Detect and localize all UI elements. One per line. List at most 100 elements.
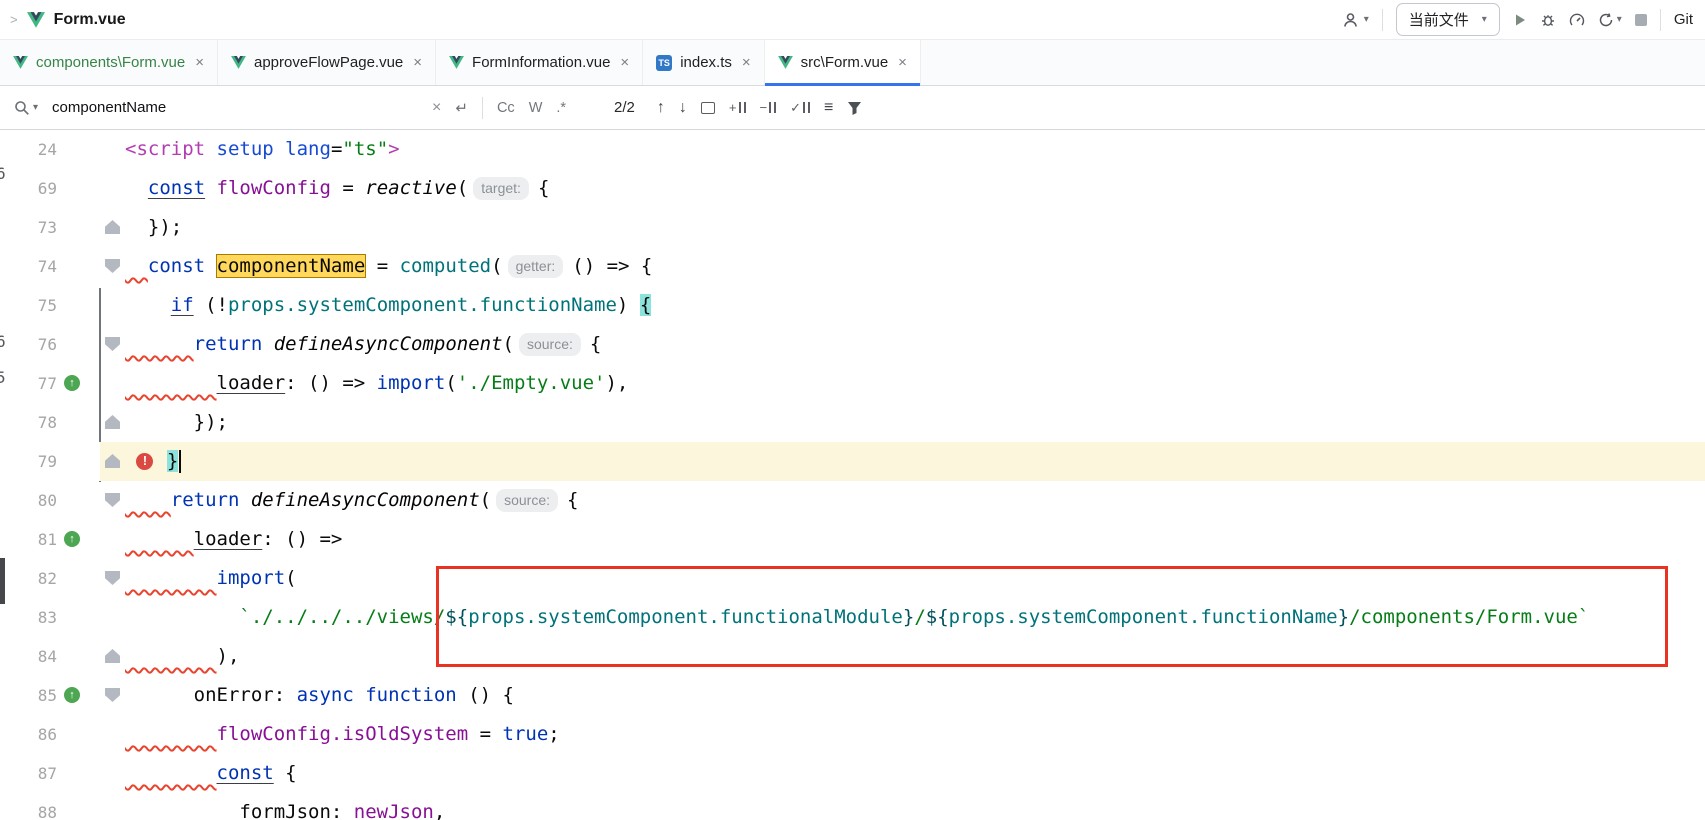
run-config-selector[interactable]: 当前文件 ▾ — [1396, 3, 1500, 36]
code-line[interactable]: 24<script setup lang="ts"> — [0, 130, 1705, 169]
indent-warning-squiggle — [125, 372, 217, 394]
code-line[interactable]: 81↑ loader: () => — [0, 520, 1705, 559]
prev-match-icon[interactable]: ↑ — [657, 99, 665, 117]
line-number[interactable]: 74 — [0, 247, 57, 286]
line-number[interactable]: 78 — [0, 403, 57, 442]
line-number[interactable]: 84 — [0, 637, 57, 676]
chevron-down-icon: ▾ — [1364, 14, 1369, 25]
line-number[interactable]: 87 — [0, 754, 57, 793]
code-line[interactable]: 80 return defineAsyncComponent(source:{ — [0, 481, 1705, 520]
newline-icon[interactable]: ↵ — [455, 99, 468, 117]
ts-icon: TS — [656, 55, 672, 71]
git-widget[interactable]: Git — [1674, 11, 1693, 28]
ide-window: > Form.vue ▾ 当前文件 ▾ — [0, 0, 1705, 820]
plus-glyph: + — [729, 100, 737, 115]
code-token: ( — [457, 177, 468, 199]
line-number[interactable]: 83 — [0, 598, 57, 637]
code-line[interactable]: 85↑ onError: async function () { — [0, 676, 1705, 715]
fold-up-icon[interactable] — [105, 220, 120, 234]
code-line[interactable]: 73 }); — [0, 208, 1705, 247]
code-line[interactable]: 75 if (!props.systemComponent.functionNa… — [0, 286, 1705, 325]
code-line[interactable]: 86 flowConfig.isOldSystem = true; — [0, 715, 1705, 754]
debug-icon[interactable] — [1540, 12, 1556, 28]
bars-glyph — [803, 102, 810, 113]
indent-warning-squiggle — [125, 801, 239, 820]
code-token: () => { — [572, 255, 652, 277]
vue-icon — [231, 56, 246, 69]
whole-words-toggle[interactable]: W — [529, 100, 543, 116]
regex-toggle[interactable]: .* — [556, 100, 566, 116]
clear-search-icon[interactable]: × — [432, 99, 441, 117]
code-token: : () => — [285, 372, 377, 394]
fold-down-icon[interactable] — [105, 688, 120, 702]
tab-close-icon[interactable]: × — [898, 54, 907, 71]
fold-up-icon[interactable] — [105, 649, 120, 663]
editor-tab[interactable]: components\Form.vue× — [0, 40, 218, 85]
next-match-icon[interactable]: ↓ — [679, 99, 687, 117]
run-icon[interactable] — [1513, 13, 1527, 27]
code-text: }); — [125, 403, 1705, 442]
code-line[interactable]: 74 const componentName = computed(getter… — [0, 247, 1705, 286]
code-line[interactable]: 76 return defineAsyncComponent(source:{ — [0, 325, 1705, 364]
gutter-arrow-icon[interactable]: ↑ — [64, 687, 80, 703]
line-number[interactable]: 86 — [0, 715, 57, 754]
stop-square — [1635, 14, 1647, 26]
line-number[interactable]: 80 — [0, 481, 57, 520]
vue-icon — [778, 56, 793, 69]
stop-icon[interactable] — [1635, 14, 1647, 26]
remove-occurrence-icon[interactable]: − — [760, 100, 777, 115]
select-occurrences-icon[interactable]: ✓ — [790, 100, 810, 116]
code-text: return defineAsyncComponent(source:{ — [125, 325, 1705, 364]
add-occurrence-icon[interactable]: + — [729, 100, 746, 115]
editor-tab[interactable]: approveFlowPage.vue× — [218, 40, 436, 85]
code-line[interactable]: 69 const flowConfig = reactive(target:{ — [0, 169, 1705, 208]
fold-up-icon[interactable] — [105, 415, 120, 429]
filter-icon[interactable] — [847, 101, 862, 115]
fold-up-icon[interactable] — [105, 454, 120, 468]
main-menu-chevron-icon[interactable]: > — [10, 12, 18, 27]
filter-lines-icon[interactable]: ≡ — [824, 99, 833, 117]
code-line[interactable]: 88 formJson: newJson, — [0, 793, 1705, 820]
line-number[interactable]: 85 — [0, 676, 57, 715]
code-token: onError: — [194, 684, 297, 706]
gutter-arrow-icon[interactable]: ↑ — [64, 375, 80, 391]
editor-tab[interactable]: FormInformation.vue× — [436, 40, 643, 85]
gutter-arrow-icon[interactable]: ↑ — [64, 531, 80, 547]
open-results-icon[interactable] — [701, 102, 715, 114]
error-icon: ! — [136, 453, 153, 470]
fold-down-icon[interactable] — [105, 259, 120, 273]
gutter: 75 — [0, 286, 125, 325]
bars-glyph — [739, 102, 746, 113]
line-number[interactable]: 82 — [0, 559, 57, 598]
profiler-icon[interactable] — [1569, 12, 1585, 28]
run-config-label: 当前文件 — [1409, 9, 1469, 30]
tab-close-icon[interactable]: × — [413, 54, 422, 71]
match-case-toggle[interactable]: Cc — [497, 100, 515, 116]
code-line[interactable]: 87 const { — [0, 754, 1705, 793]
code-token: () { — [457, 684, 514, 706]
tab-close-icon[interactable]: × — [620, 54, 629, 71]
line-number[interactable]: 79 — [0, 442, 57, 481]
indent-warning-squiggle — [125, 645, 217, 667]
tab-close-icon[interactable]: × — [195, 54, 204, 71]
left-edge-marker — [0, 558, 5, 604]
fold-down-icon[interactable] — [105, 571, 120, 585]
code-line[interactable]: 79 ! } — [0, 442, 1705, 481]
fold-down-icon[interactable] — [105, 493, 120, 507]
search-input[interactable]: componentName — [52, 99, 418, 116]
editor-tab[interactable]: src\Form.vue× — [765, 40, 921, 85]
line-number[interactable]: 73 — [0, 208, 57, 247]
line-number[interactable]: 75 — [0, 286, 57, 325]
code-line[interactable]: 78 }); — [0, 403, 1705, 442]
fold-down-icon[interactable] — [105, 337, 120, 351]
gutter: 24 — [0, 130, 125, 169]
tab-close-icon[interactable]: × — [742, 54, 751, 71]
code-text: }); — [125, 208, 1705, 247]
editor-tab[interactable]: TSindex.ts× — [643, 40, 764, 85]
rerun-icon[interactable]: ▾ — [1598, 12, 1622, 28]
search-icon[interactable]: ▾ — [14, 100, 38, 116]
line-number[interactable]: 81 — [0, 520, 57, 559]
code-line[interactable]: 77↑ loader: () => import('./Empty.vue'), — [0, 364, 1705, 403]
line-number[interactable]: 88 — [0, 793, 57, 820]
collaboration-icon[interactable]: ▾ — [1343, 12, 1369, 28]
